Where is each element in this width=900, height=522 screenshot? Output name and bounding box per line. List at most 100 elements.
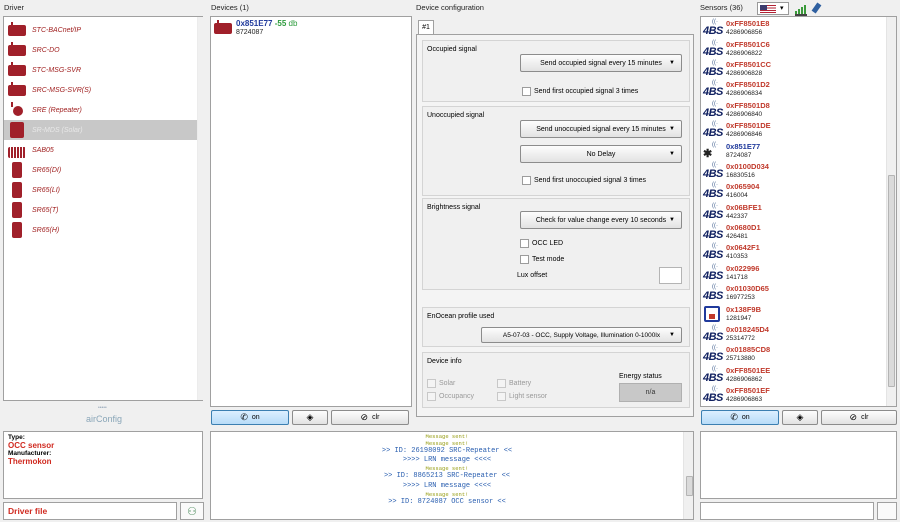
sensor-item[interactable]: ((· 4BS 0x0680D1 426481 bbox=[701, 222, 886, 242]
driver-item[interactable]: SR65(H) bbox=[4, 220, 202, 240]
driver-item[interactable]: SRE (Repeater) bbox=[4, 100, 202, 120]
usb-stick-icon[interactable] bbox=[811, 2, 823, 15]
device-num: 8724087 bbox=[236, 29, 264, 36]
sensor-on-button[interactable]: ✆ on bbox=[701, 410, 779, 425]
device-signal-unit: db bbox=[288, 19, 298, 28]
us-flag-icon bbox=[760, 5, 776, 13]
sensor-id: 0xFF8501E8 bbox=[726, 19, 770, 29]
driver-item[interactable]: STC-BACnet/IP bbox=[4, 20, 202, 40]
abs-sensor-icon: ((· 4BS bbox=[703, 284, 723, 303]
sensor-item[interactable]: ((· 4BS 0xFF8501EF 4286906863 bbox=[701, 385, 886, 405]
sensor-id: 0x01030D65 bbox=[726, 284, 769, 294]
driver-label: SR65(H) bbox=[32, 226, 60, 234]
driver-item[interactable]: SRC-MSG-SVR(S) bbox=[4, 80, 202, 100]
occ-led-checkbox[interactable]: OCC LED bbox=[520, 239, 563, 248]
sensor-num: 4286906822 bbox=[726, 49, 763, 57]
device-on-button[interactable]: ✆ on bbox=[211, 410, 289, 425]
sensor-item[interactable]: ((· 4BS 0x0100D034 16830516 bbox=[701, 161, 886, 181]
sensors-list[interactable]: ((· 4BS 0xFF8501E8 4286906856 ((· 4BS 0xFF8501… bbox=[700, 16, 897, 407]
driver-file-field[interactable]: Driver file bbox=[3, 502, 177, 520]
driver-label: SR65(DI) bbox=[32, 166, 62, 174]
driver-label: SRE (Repeater) bbox=[32, 106, 82, 114]
message-log[interactable]: Message sent! Message sent! >> ID: 2619809… bbox=[210, 431, 694, 520]
sensor-id: 0x022996 bbox=[726, 263, 760, 273]
sensor-item[interactable]: ((· 4BS 0x065904 416004 bbox=[701, 181, 886, 201]
sensor-reset-button[interactable]: ◈ bbox=[782, 410, 818, 425]
sensor-id: 0xFF8501D2 bbox=[726, 80, 770, 90]
driver-file-button[interactable]: ⚇ bbox=[180, 502, 204, 520]
sensor-clear-button[interactable]: ⊘ clr bbox=[821, 410, 897, 425]
language-select[interactable]: ▾ bbox=[757, 2, 789, 15]
sensor-id: 0x0680D1 bbox=[726, 223, 761, 233]
driver-scrollbar[interactable] bbox=[197, 17, 203, 400]
battery-checkbox[interactable]: Battery bbox=[497, 379, 531, 388]
sensor-id: 0xFF8501EF bbox=[726, 386, 770, 396]
sensor-item[interactable]: ((· 4BS 0x06BFE1 442337 bbox=[701, 202, 886, 222]
sensor-item[interactable]: ((· 4BS 0xFF8501D2 4286906834 bbox=[701, 79, 886, 99]
tab-1[interactable]: #1 bbox=[418, 20, 434, 34]
sensor-num: 442337 bbox=[726, 212, 748, 220]
devices-header: Devices (1) bbox=[211, 3, 249, 12]
lux-offset-input[interactable] bbox=[659, 267, 682, 284]
sensor-item[interactable]: ((· 4BS 0x022996 141718 bbox=[701, 263, 886, 283]
occupied-first-3-checkbox[interactable]: Send first occupied signal 3 times bbox=[522, 87, 638, 96]
solar-checkbox[interactable]: Solar bbox=[427, 379, 455, 388]
brightness-interval-select[interactable]: Check for value change every 10 seconds ▼ bbox=[520, 211, 682, 229]
sensor-item[interactable]: ((· 4BS 0xFF8501C6 4286906822 bbox=[701, 38, 886, 58]
driver-item[interactable]: SR65(LI) bbox=[4, 180, 202, 200]
sensor-num: 426481 bbox=[726, 233, 748, 241]
device-row[interactable]: 0x851E77 -55 db 8724087 bbox=[211, 17, 411, 39]
log-line: Message sent! bbox=[425, 433, 469, 440]
log-line: >>>> LRN message <<<< bbox=[402, 481, 492, 490]
unoccupied-delay-select[interactable]: No Delay ▼ bbox=[520, 145, 682, 163]
driver-label: SR-MDS (Solar) bbox=[32, 126, 83, 134]
sensor-num: 1281947 bbox=[726, 314, 752, 322]
sensor-item[interactable]: ((· 4BS 0xFF8501EE 4286906862 bbox=[701, 365, 886, 385]
unoccupied-first-3-checkbox[interactable]: Send first unoccupied signal 3 times bbox=[522, 176, 646, 185]
log-scrollbar[interactable] bbox=[683, 432, 693, 519]
sensor-file-field[interactable] bbox=[700, 502, 874, 520]
log-line: >> ID: 8865213 SRC-Repeater << bbox=[383, 472, 511, 481]
occupancy-checkbox[interactable]: Occupancy bbox=[427, 392, 474, 401]
sensor-item[interactable]: ((· 4BS 0xFF8501CC 4286906828 bbox=[701, 59, 886, 79]
driver-item[interactable]: SAB05 bbox=[4, 140, 202, 160]
sensor-file-button[interactable] bbox=[877, 502, 897, 520]
signal-strength-icon[interactable] bbox=[795, 3, 809, 16]
sensor-num: 4286906828 bbox=[726, 69, 763, 77]
sensors-scrollbar[interactable] bbox=[886, 17, 896, 406]
occupied-interval-select[interactable]: Send occupied signal every 15 minutes ▼ bbox=[520, 54, 682, 72]
sensor-item[interactable]: ((· ✱ 0x851E77 8724087 bbox=[701, 140, 886, 160]
driver-item[interactable]: SR-MDS (Solar) bbox=[4, 120, 202, 140]
sensor-id: 0xFF8501CC bbox=[726, 59, 772, 69]
dropdown-arrow-icon: ▼ bbox=[669, 60, 675, 66]
sensor-item[interactable]: ((· 4BS 0x018245D4 25314772 bbox=[701, 324, 886, 344]
driver-list[interactable]: STC-BACnet/IP SRC-DO STC-MSG-SVR SRC-MSG-SV… bbox=[3, 16, 203, 401]
unoccupied-interval-select[interactable]: Send unoccupied signal every 15 minutes ▼ bbox=[520, 120, 682, 138]
driver-item[interactable]: STC-MSG-SVR bbox=[4, 60, 202, 80]
device-clear-button[interactable]: ⊘ clr bbox=[331, 410, 409, 425]
driver-item[interactable]: SR65(T) bbox=[4, 200, 202, 220]
light-sensor-checkbox[interactable]: Light sensor bbox=[497, 392, 547, 401]
sensor-item[interactable]: ((· 4BS 0x0642F1 410353 bbox=[701, 242, 886, 262]
sensor-item[interactable]: 0x138F9B 1281947 bbox=[701, 303, 886, 323]
sensor-item[interactable]: ((· 4BS 0xFF8501DE 4286906846 bbox=[701, 120, 886, 140]
test-mode-checkbox[interactable]: Test mode bbox=[520, 255, 564, 264]
controller-icon bbox=[214, 20, 232, 36]
device-signal: -55 bbox=[274, 19, 287, 28]
log-line: Message sent! bbox=[425, 440, 469, 447]
sensor-item[interactable]: ((· 4BS 0x01030D65 16977253 bbox=[701, 283, 886, 303]
devices-list[interactable]: 0x851E77 -55 db 8724087 bbox=[210, 16, 412, 407]
repeater-icon bbox=[8, 102, 26, 118]
sensor-id: 0xFF8501EE bbox=[726, 365, 771, 375]
driver-item[interactable]: SRC-DO bbox=[4, 40, 202, 60]
sensor-id: 0x065904 bbox=[726, 182, 760, 192]
manufacturer-value: Thermokon bbox=[8, 457, 52, 466]
driver-item[interactable]: SR65(DI) bbox=[4, 160, 202, 180]
device-reset-button[interactable]: ◈ bbox=[292, 410, 328, 425]
sensor-item[interactable]: ((· 4BS 0xFF8501D8 4286906840 bbox=[701, 100, 886, 120]
sensor-num: 141718 bbox=[726, 273, 748, 281]
abs-sensor-icon: ((· 4BS bbox=[703, 325, 723, 344]
profile-select[interactable]: A5-07-03 - OCC, Supply Voltage, Illumina… bbox=[481, 327, 682, 343]
sensor-item[interactable]: ((· 4BS 0xFF8501E8 4286906856 bbox=[701, 18, 886, 38]
sensor-item[interactable]: ((· 4BS 0x01885CD8 25713880 bbox=[701, 344, 886, 364]
